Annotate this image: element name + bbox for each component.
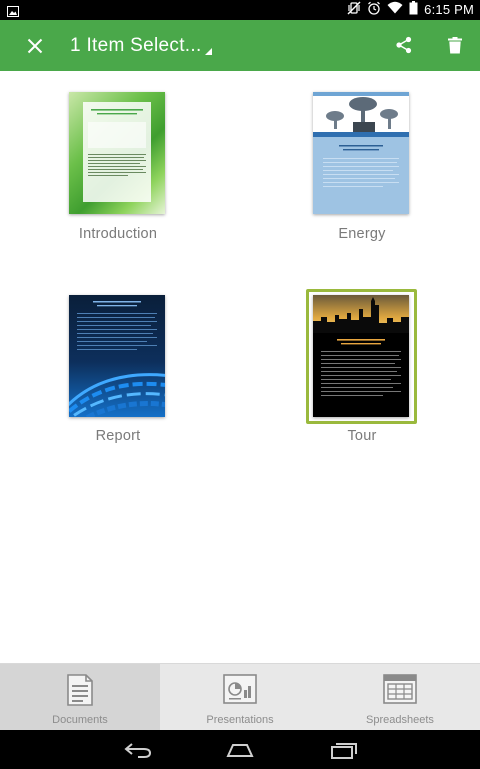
alarm-icon	[367, 1, 381, 20]
status-bar: 6:15 PM	[0, 0, 480, 20]
document-label: Introduction	[78, 226, 158, 242]
document-label: Report	[95, 428, 141, 444]
close-selection-button[interactable]	[20, 31, 50, 61]
system-navigation-bar	[0, 730, 480, 769]
spinner-triangle-icon	[205, 48, 212, 55]
trash-icon	[448, 36, 462, 53]
screen: 6:15 PM 1 Item Select... Introduction En…	[0, 0, 480, 769]
tab-label: Presentations	[206, 714, 274, 726]
presentation-icon	[223, 674, 257, 709]
selection-spinner[interactable]: 1 Item Select...	[70, 20, 212, 71]
back-button[interactable]	[122, 738, 154, 762]
document-thumbnail	[69, 92, 165, 214]
recents-button[interactable]	[328, 738, 360, 762]
clock: 6:15 PM	[424, 2, 474, 17]
delete-button[interactable]	[442, 32, 468, 58]
status-icons: 6:15 PM	[347, 0, 474, 20]
action-bar: 1 Item Select...	[0, 20, 480, 71]
close-icon	[27, 38, 43, 54]
document-label: Energy	[338, 226, 386, 242]
back-icon	[124, 743, 152, 758]
document-item-energy[interactable]: Energy	[272, 92, 452, 242]
home-button[interactable]	[224, 738, 256, 762]
document-label: Tour	[347, 428, 377, 444]
document-thumbnail	[313, 92, 409, 214]
document-thumbnail	[69, 295, 165, 417]
share-icon	[396, 36, 412, 54]
battery-icon	[409, 0, 418, 20]
document-item-report[interactable]: Report	[28, 294, 208, 444]
tab-spreadsheets[interactable]: Spreadsheets	[320, 664, 480, 731]
tab-label: Spreadsheets	[366, 714, 434, 726]
document-icon	[66, 674, 94, 711]
selection-title: 1 Item Select...	[70, 34, 202, 56]
bottom-tab-bar: Documents Presentations Spreadsheets	[0, 663, 480, 731]
vibrate-off-icon	[347, 1, 361, 20]
document-thumbnail	[313, 295, 409, 417]
tab-presentations[interactable]: Presentations	[160, 664, 320, 731]
document-item-tour[interactable]: Tour	[272, 289, 452, 444]
share-button[interactable]	[391, 32, 417, 58]
recents-icon	[331, 743, 357, 759]
wifi-icon	[387, 1, 403, 19]
home-icon	[226, 744, 254, 757]
tab-label: Documents	[52, 714, 108, 726]
tab-documents[interactable]: Documents	[0, 664, 160, 731]
spreadsheet-icon	[383, 674, 417, 709]
document-item-introduction[interactable]: Introduction	[28, 92, 208, 242]
